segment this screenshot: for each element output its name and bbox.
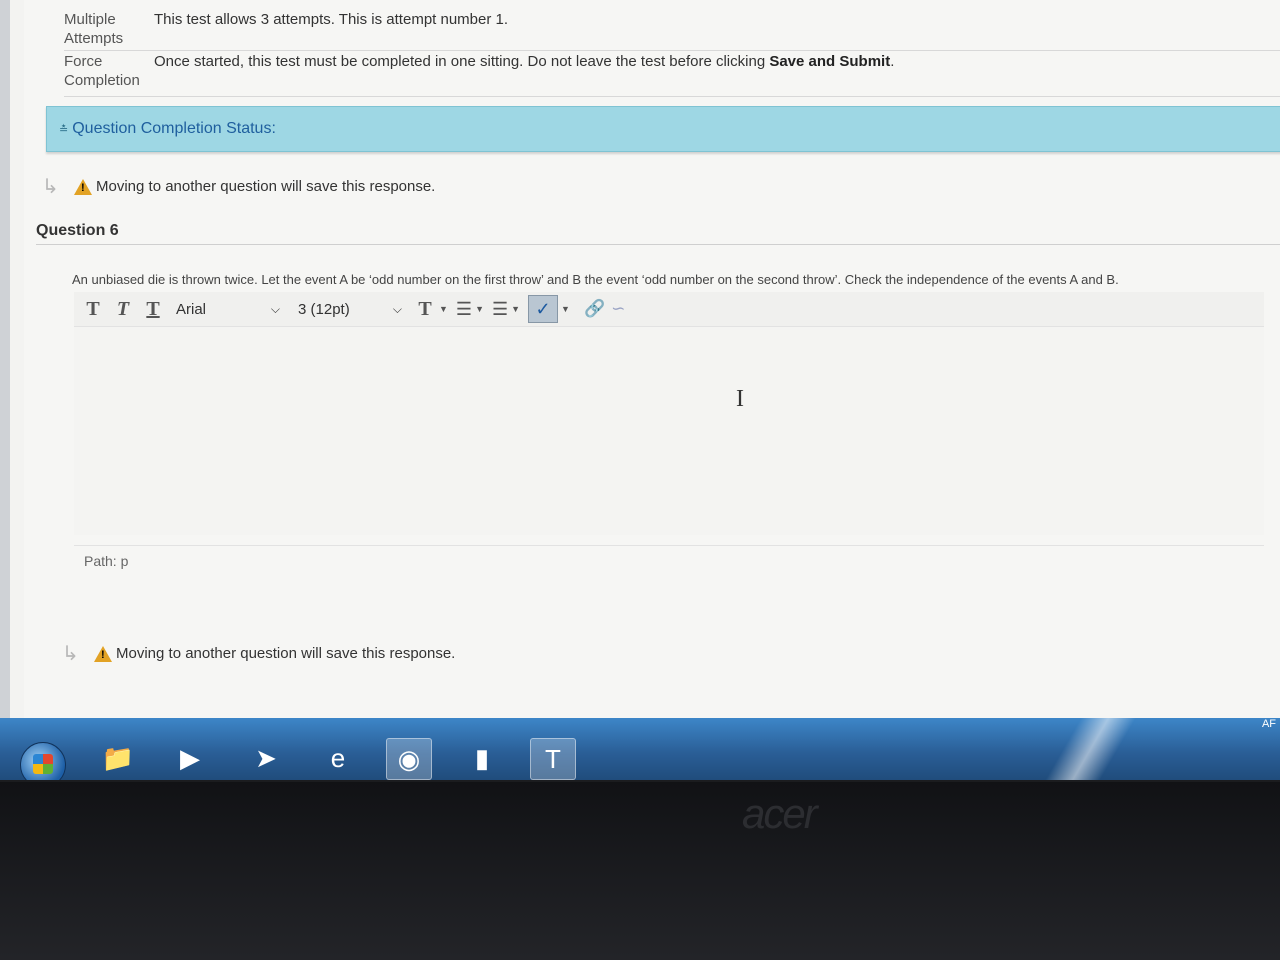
force-completion-text-main: Once started, this test must be complete… — [154, 53, 766, 70]
editor-toolbar: T T T Arial ⌵ 3 (12pt) ⌵ T ▼ ☰ ▼ ☰ ▼ ✓ ▼… — [74, 292, 1264, 327]
file-explorer-icon[interactable]: 📁 — [96, 738, 140, 778]
arrow-icon: ↳ — [62, 643, 79, 665]
notes-app-icon[interactable]: ▮ — [460, 738, 504, 778]
visual-studio-icon[interactable]: ➤ — [244, 738, 288, 778]
warning-icon — [94, 645, 112, 662]
test-page: Multiple Attempts This test allows 3 att… — [24, 0, 1280, 718]
font-family-select[interactable]: Arial ⌵ — [172, 296, 284, 322]
divider — [64, 50, 1280, 51]
italic-button[interactable]: T — [112, 298, 134, 321]
force-completion-label: Force Completion — [64, 53, 140, 89]
unlink-icon[interactable]: ∽ — [611, 299, 625, 319]
windows-taskbar: 📁 ▶ ➤ e ◉ ▮ T AF — [0, 718, 1280, 780]
link-icon[interactable]: 🔗 — [584, 299, 605, 319]
caret-down-icon: ▼ — [439, 304, 448, 314]
underline-button[interactable]: T — [142, 298, 164, 321]
question-completion-status-bar[interactable]: ≛ Question Completion Status: — [46, 106, 1280, 152]
multiple-attempts-text: This test allows 3 attempts. This is att… — [154, 11, 509, 28]
save-response-notice-text: Moving to another question will save thi… — [96, 178, 436, 195]
chevron-down-icon: ⌵ — [392, 301, 402, 316]
font-family-value: Arial — [176, 300, 207, 318]
save-response-notice-text: Moving to another question will save thi… — [116, 645, 456, 662]
numbered-list-button[interactable]: ☰ ▼ — [492, 299, 520, 320]
question-text: An unbiased die is thrown twice. Let the… — [72, 272, 1119, 287]
question-title: Question 6 — [36, 222, 119, 239]
chevron-down-icon: ≛ — [59, 123, 69, 136]
caret-down-icon[interactable]: ▼ — [561, 304, 570, 314]
screen: Multiple Attempts This test allows 3 att… — [0, 0, 1280, 780]
chevron-down-icon: ⌵ — [270, 301, 280, 316]
media-player-icon[interactable]: ▶ — [168, 738, 212, 778]
screen-edge — [0, 0, 10, 780]
bullet-list-icon: ☰ — [455, 298, 473, 319]
text-cursor-icon: I — [736, 386, 744, 412]
taskbar-glare — [1040, 718, 1140, 780]
spellcheck-icon: ✓ — [535, 298, 551, 319]
text-format-icon: T — [418, 297, 432, 320]
laptop-brand-logo: acer — [742, 790, 818, 837]
laptop-bezel — [0, 782, 1280, 960]
text-format-button[interactable]: T ▼ — [414, 298, 448, 321]
caret-down-icon: ▼ — [475, 304, 484, 314]
teams-icon[interactable]: T — [530, 738, 576, 780]
arrow-icon: ↳ — [42, 176, 59, 198]
chrome-icon[interactable]: ◉ — [386, 738, 432, 780]
divider — [64, 96, 1280, 97]
editor-path: Path: p — [74, 545, 1264, 575]
windows-logo-icon — [33, 754, 53, 774]
windows-start-icon[interactable] — [20, 742, 66, 780]
font-size-select[interactable]: 3 (12pt) ⌵ — [294, 296, 406, 322]
font-size-value: 3 (12pt) — [298, 300, 350, 318]
question-divider — [36, 244, 1280, 245]
save-response-notice: ↳ Moving to another question will save t… — [42, 174, 435, 199]
save-response-notice-bottom: ↳ Moving to another question will save t… — [62, 641, 455, 666]
internet-explorer-icon[interactable]: e — [316, 738, 360, 778]
warning-icon — [74, 178, 92, 195]
save-and-submit-reference: Save and Submit — [769, 53, 891, 70]
spellcheck-button[interactable]: ✓ — [528, 295, 559, 323]
numbered-list-icon: ☰ — [491, 298, 509, 319]
force-completion-text: Once started, this test must be complete… — [154, 52, 894, 90]
multiple-attempts-label: Multiple Attempts — [64, 11, 124, 47]
force-completion-text-end: . — [890, 53, 895, 70]
multiple-attempts-row: Multiple Attempts This test allows 3 att… — [64, 10, 1264, 48]
system-tray-text: AF — [1261, 718, 1276, 730]
force-completion-row: Force Completion Once started, this test… — [64, 52, 1264, 90]
bullet-list-button[interactable]: ☰ ▼ — [456, 299, 484, 320]
bold-button[interactable]: T — [82, 298, 104, 321]
answer-text-editor[interactable] — [74, 327, 1264, 535]
caret-down-icon: ▼ — [511, 304, 521, 314]
question-completion-status-label[interactable]: Question Completion Status: — [72, 120, 276, 138]
